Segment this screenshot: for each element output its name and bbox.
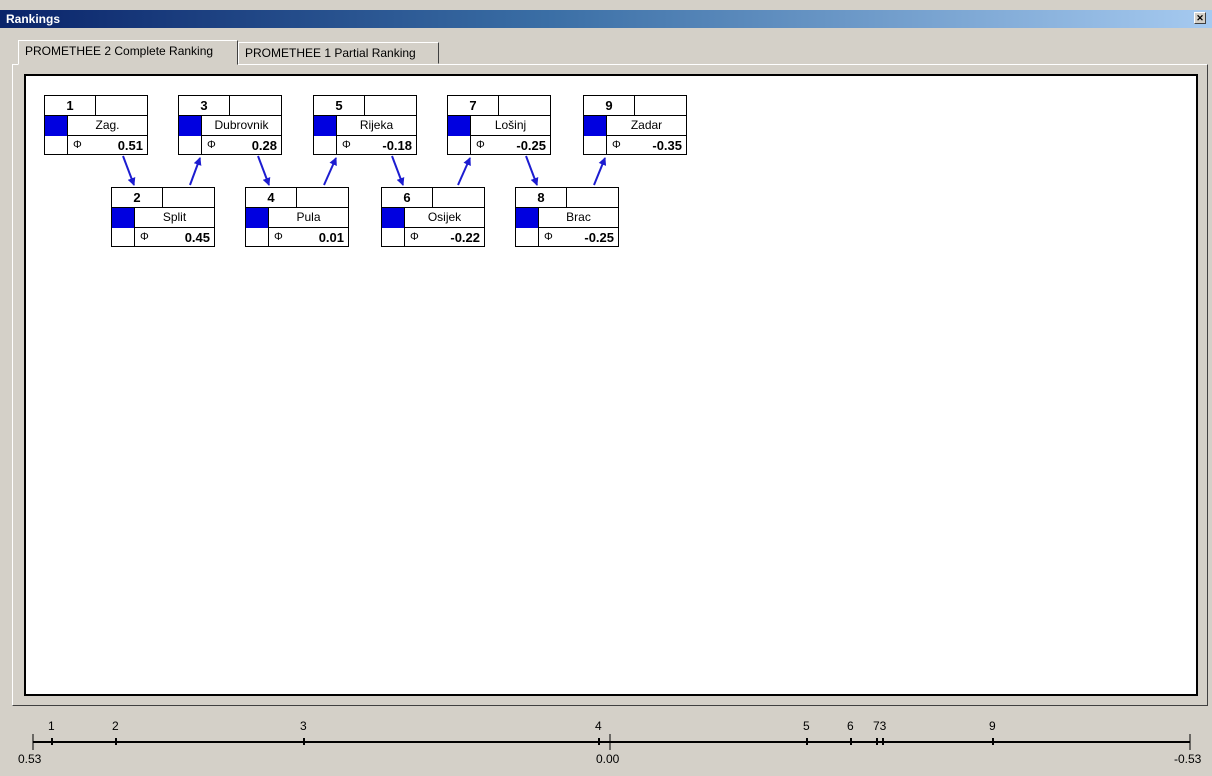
axis-tick-label: 6 <box>847 719 854 733</box>
node-rank: 7 <box>448 96 499 116</box>
node-color <box>112 208 134 228</box>
phi-icon: Φ <box>140 231 149 243</box>
ranking-node[interactable]: 4 Pula Φ 0.01 <box>245 187 349 247</box>
node-score: -0.22 <box>450 230 480 245</box>
node-name: Zadar <box>606 116 686 136</box>
window-titlebar: Rankings ✕ <box>0 10 1212 28</box>
node-score: -0.25 <box>584 230 614 245</box>
window-title: Rankings <box>6 12 61 26</box>
phi-icon: Φ <box>274 231 283 243</box>
node-color <box>516 208 538 228</box>
node-name: Pula <box>268 208 348 228</box>
node-color <box>382 208 404 228</box>
node-score: -0.18 <box>382 138 412 153</box>
phi-icon: Φ <box>476 139 485 151</box>
node-name: Dubrovnik <box>201 116 281 136</box>
phi-icon: Φ <box>410 231 419 243</box>
node-score: 0.28 <box>251 138 277 153</box>
ranking-node[interactable]: 8 Brac Φ -0.25 <box>515 187 619 247</box>
axis-right-label: -0.53 <box>1174 752 1202 766</box>
tab-complete-ranking[interactable]: PROMETHEE 2 Complete Ranking <box>18 40 238 65</box>
axis-tick-label: 5 <box>803 719 810 733</box>
node-rank: 8 <box>516 188 567 208</box>
axis-tick-label: 4 <box>595 719 602 733</box>
phi-icon: Φ <box>207 139 216 151</box>
ranking-node[interactable]: 3 Dubrovnik Φ 0.28 <box>178 95 282 155</box>
node-score: 0.51 <box>117 138 143 153</box>
close-icon[interactable]: ✕ <box>1194 12 1206 24</box>
phi-icon: Φ <box>612 139 621 151</box>
node-rank: 3 <box>179 96 230 116</box>
tab-partial-ranking[interactable]: PROMETHEE 1 Partial Ranking <box>238 42 439 64</box>
axis-center-label: 0.00 <box>596 752 620 766</box>
node-rank: 2 <box>112 188 163 208</box>
ranking-node[interactable]: 2 Split Φ 0.45 <box>111 187 215 247</box>
node-name: Lošinj <box>470 116 550 136</box>
axis-tick-label: 3 <box>300 719 307 733</box>
ranking-node[interactable]: 6 Osijek Φ -0.22 <box>381 187 485 247</box>
node-name: Split <box>134 208 214 228</box>
node-rank: 6 <box>382 188 433 208</box>
node-score: 0.45 <box>184 230 210 245</box>
axis-tick-label: 9 <box>989 719 996 733</box>
node-rank: 4 <box>246 188 297 208</box>
node-name: Rijeka <box>336 116 416 136</box>
ranking-node[interactable]: 5 Rijeka Φ -0.18 <box>313 95 417 155</box>
node-color <box>246 208 268 228</box>
ranking-node[interactable]: 9 Zadar Φ -0.35 <box>583 95 687 155</box>
axis-tick-label: 1 <box>48 719 55 733</box>
node-color <box>45 116 67 136</box>
phi-icon: Φ <box>342 139 351 151</box>
node-name: Zag. <box>67 116 147 136</box>
node-color <box>584 116 606 136</box>
node-rank: 5 <box>314 96 365 116</box>
phi-icon: Φ <box>544 231 553 243</box>
phi-icon: Φ <box>73 139 82 151</box>
axis-left-label: 0.53 <box>18 752 42 766</box>
node-color <box>314 116 336 136</box>
ranking-canvas <box>24 74 1198 696</box>
node-rank: 9 <box>584 96 635 116</box>
node-name: Brac <box>538 208 618 228</box>
axis-tick-label: 73 <box>873 719 887 733</box>
node-score: -0.25 <box>516 138 546 153</box>
node-rank: 1 <box>45 96 96 116</box>
axis-tick-label: 2 <box>112 719 119 733</box>
node-color <box>448 116 470 136</box>
node-color <box>179 116 201 136</box>
node-name: Osijek <box>404 208 484 228</box>
node-score: -0.35 <box>652 138 682 153</box>
ranking-node[interactable]: 7 Lošinj Φ -0.25 <box>447 95 551 155</box>
ranking-node[interactable]: 1 Zag. Φ 0.51 <box>44 95 148 155</box>
node-score: 0.01 <box>318 230 344 245</box>
